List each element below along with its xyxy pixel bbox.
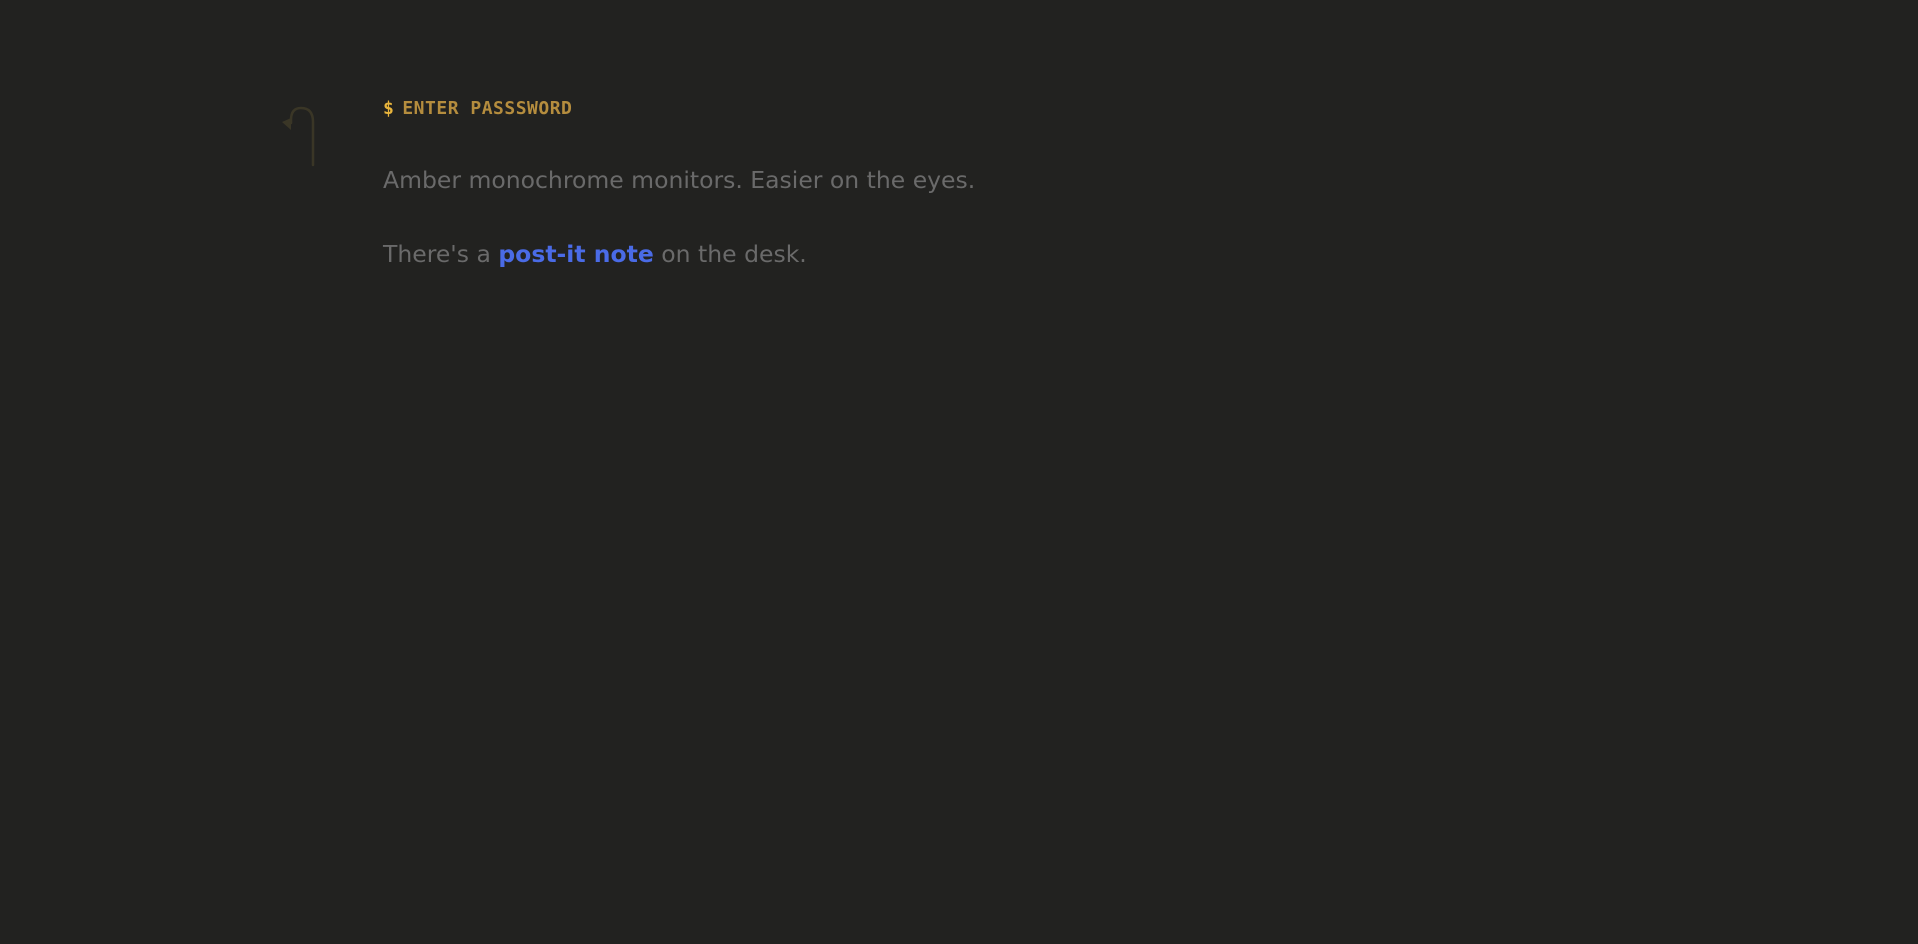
story-paragraph-2: There's a post-it note on the desk. [383, 239, 1483, 269]
prompt-text: ENTER PASSSWORD [402, 98, 573, 119]
return-arrow-icon [282, 106, 315, 167]
post-it-note-link[interactable]: post-it note [498, 240, 653, 268]
story-page: $ ENTER PASSSWORD Amber monochrome monito… [0, 0, 1918, 944]
terminal-prompt: $ ENTER PASSSWORD [383, 97, 1483, 121]
paragraph-2-after: on the desk. [653, 240, 807, 268]
story-paragraph-1: Amber monochrome monitors. Easier on the… [383, 166, 976, 194]
paragraph-2-before: There's a [383, 240, 499, 268]
back-button[interactable] [278, 104, 318, 168]
story-content: $ ENTER PASSSWORD Amber monochrome monito… [383, 97, 1483, 313]
prompt-symbol: $ [383, 98, 395, 119]
